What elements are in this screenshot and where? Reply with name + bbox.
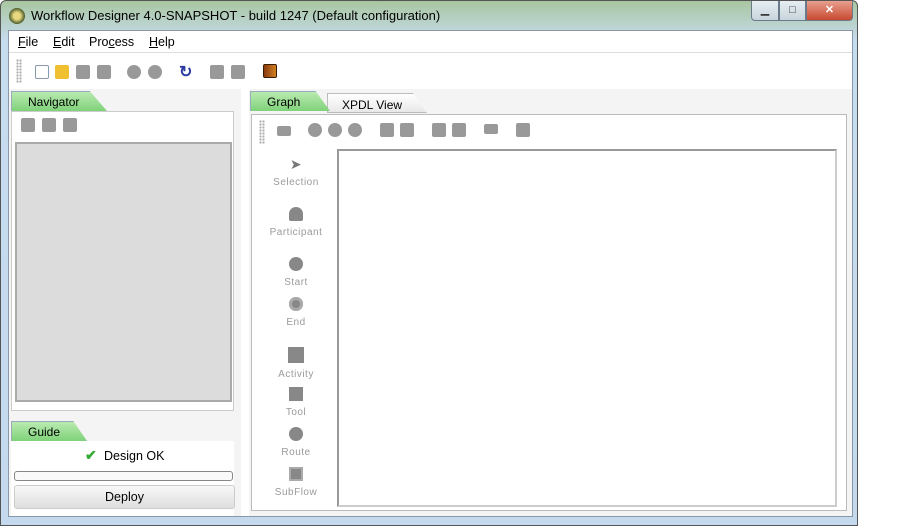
menu-process[interactable]: Process [89, 35, 134, 49]
menu-file[interactable]: File [18, 35, 38, 49]
navigator-panel [11, 111, 234, 411]
route-icon [289, 427, 303, 441]
arrow-icon: ➤ [289, 156, 303, 172]
tab-guide[interactable]: Guide [11, 421, 87, 441]
palette: ➤ Selection Participant Start End Activit… [258, 153, 334, 508]
zoom-in-icon[interactable] [308, 123, 322, 137]
right-panel: XPDL View Graph ➤ Selection Participant S… [249, 89, 852, 516]
palette-participant[interactable]: Participant [258, 207, 334, 238]
palette-tool[interactable]: Tool [258, 387, 334, 418]
end-icon [289, 297, 303, 311]
palette-end[interactable]: End [258, 297, 334, 328]
palette-route[interactable]: Route [258, 427, 334, 458]
move-up-icon[interactable] [380, 123, 394, 137]
maximize-button[interactable]: □ [779, 1, 806, 21]
close-file-icon[interactable] [97, 65, 111, 79]
menu-help[interactable]: Help [149, 35, 175, 49]
save-as-icon[interactable] [231, 65, 245, 79]
close-button[interactable]: ✕ [806, 1, 853, 21]
window-title: Workflow Designer 4.0-SNAPSHOT - build 1… [31, 8, 441, 23]
tree-icon[interactable] [63, 118, 77, 132]
save-icon[interactable] [210, 65, 224, 79]
tool-icon [289, 387, 303, 401]
design-status: Design OK [104, 449, 165, 463]
graph-canvas[interactable] [337, 149, 837, 507]
deploy-button[interactable]: Deploy [14, 485, 235, 509]
image-icon[interactable] [277, 126, 291, 136]
zoom-actual-icon[interactable] [328, 123, 342, 137]
remove-transition-icon[interactable] [452, 123, 466, 137]
check-icon: ✔ [85, 447, 97, 463]
toolbar-grip[interactable] [16, 59, 22, 83]
palette-start[interactable]: Start [258, 257, 334, 288]
participant-down-icon[interactable] [516, 123, 530, 137]
tab-graph[interactable]: Graph [250, 91, 330, 111]
new-file-icon[interactable] [35, 65, 49, 79]
menu-edit[interactable]: Edit [53, 35, 75, 49]
subflow-icon [289, 467, 303, 481]
expand-icon[interactable] [21, 118, 35, 132]
zoom-out-icon[interactable] [348, 123, 362, 137]
progress-bar [14, 471, 233, 481]
client-area: File Edit Process Help ↻ Navigator Guide… [8, 30, 853, 517]
graph-panel: ➤ Selection Participant Start End Activit… [251, 114, 847, 511]
participant-icon [289, 207, 303, 221]
app-icon [9, 8, 25, 24]
app-window: Workflow Designer 4.0-SNAPSHOT - build 1… [0, 0, 858, 526]
redo-icon[interactable] [148, 65, 162, 79]
minimize-button[interactable]: ▁ [751, 1, 779, 21]
move-down-icon[interactable] [400, 123, 414, 137]
navigator-tree[interactable] [15, 142, 232, 402]
palette-subflow[interactable]: SubFlow [258, 467, 334, 498]
guide-panel: ✔ Design OK Deploy [11, 441, 235, 516]
palette-selection[interactable]: ➤ Selection [258, 157, 334, 188]
palette-activity[interactable]: Activity [258, 347, 334, 380]
tab-xpdl-view[interactable]: XPDL View [327, 93, 427, 113]
undo-icon[interactable] [127, 65, 141, 79]
activity-icon [288, 347, 304, 363]
tab-navigator[interactable]: Navigator [11, 91, 107, 111]
tree-view-icon[interactable] [484, 124, 498, 134]
reopen-icon[interactable] [76, 65, 90, 79]
edit-transition-icon[interactable] [432, 123, 446, 137]
start-icon [289, 257, 303, 271]
left-panel: Navigator Guide ✔ Design OK Deploy [9, 89, 241, 516]
collapse-icon[interactable] [42, 118, 56, 132]
refresh-icon[interactable]: ↻ [179, 62, 192, 82]
menu-bar: File Edit Process Help [9, 31, 852, 53]
open-folder-icon[interactable] [55, 65, 69, 79]
graph-toolbar-grip[interactable] [259, 120, 265, 144]
exit-icon[interactable] [263, 64, 277, 78]
